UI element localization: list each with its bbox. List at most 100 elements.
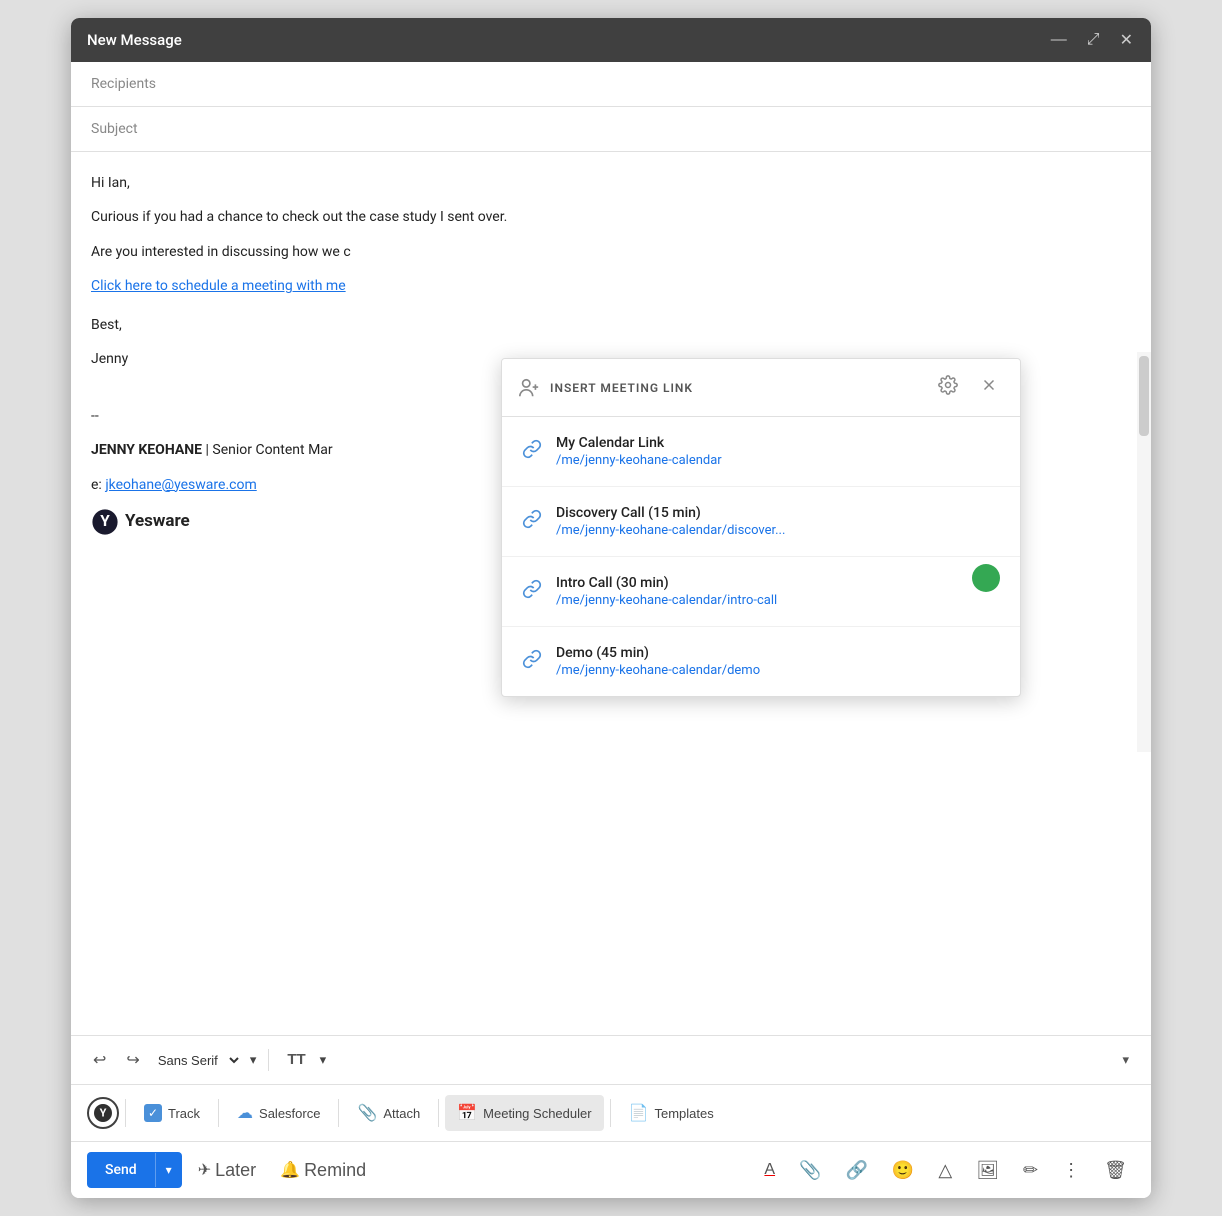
meeting-item-4[interactable]: Demo (45 min) /me/jenny-keohane-calendar… bbox=[502, 627, 1020, 696]
undo-button[interactable]: ↩ bbox=[87, 1046, 112, 1074]
delete-button[interactable]: 🗑 bbox=[1096, 1154, 1135, 1187]
edit-button[interactable]: ✏ bbox=[1015, 1154, 1046, 1187]
salesforce-button[interactable]: ☁ Salesforce bbox=[225, 1095, 332, 1131]
popup-title: INSERT MEETING LINK bbox=[550, 381, 922, 395]
action-sep-3 bbox=[338, 1099, 339, 1127]
attach-button[interactable]: 📎 Attach bbox=[345, 1095, 432, 1131]
meeting-item-4-title: Demo (45 min) bbox=[556, 645, 760, 661]
meeting-item-3[interactable]: Intro Call (30 min) /me/jenny-keohane-ca… bbox=[502, 557, 1020, 627]
meeting-item-2-url: /me/jenny-keohane-calendar/discover... bbox=[556, 523, 785, 538]
recipients-label: Recipients bbox=[91, 76, 171, 92]
meeting-link[interactable]: Click here to schedule a meeting with me bbox=[91, 278, 346, 294]
later-button[interactable]: ✈ Later bbox=[190, 1154, 264, 1187]
popup-settings-button[interactable] bbox=[932, 373, 964, 402]
close-button[interactable]: ✕ bbox=[1118, 30, 1135, 50]
bottom-toolbar: Send ▾ ✈ Later 🔔 Remind A 📎 🔗 🙂 △ 🖼 bbox=[71, 1141, 1151, 1198]
sig-email-label: e: bbox=[91, 477, 102, 493]
attachment-button[interactable]: 📎 bbox=[791, 1154, 829, 1187]
more-format-button[interactable]: ▾ bbox=[1116, 1048, 1135, 1072]
later-label: Later bbox=[215, 1160, 256, 1181]
font-size-button[interactable]: TT bbox=[281, 1047, 311, 1073]
link-icon-1 bbox=[522, 439, 542, 464]
templates-icon: 📄 bbox=[629, 1103, 649, 1123]
link-button[interactable]: 🔗 bbox=[838, 1154, 876, 1187]
action-sep-5 bbox=[610, 1099, 611, 1127]
meeting-item-1[interactable]: My Calendar Link /me/jenny-keohane-calen… bbox=[502, 417, 1020, 487]
remind-label: Remind bbox=[304, 1160, 366, 1181]
meeting-link-para: Click here to schedule a meeting with me bbox=[91, 275, 1131, 297]
sig-email-link[interactable]: jkeohane@yesware.com bbox=[105, 477, 256, 493]
meeting-link-popup: INSERT MEETING LINK bbox=[501, 358, 1021, 697]
greeting: Hi Ian, bbox=[91, 172, 1131, 194]
templates-button[interactable]: 📄 Templates bbox=[617, 1095, 726, 1131]
font-dropdown-icon: ▾ bbox=[250, 1053, 257, 1068]
more-button[interactable]: ⋮ bbox=[1054, 1154, 1088, 1187]
meeting-item-3-title: Intro Call (30 min) bbox=[556, 575, 777, 591]
send-button-group[interactable]: Send ▾ bbox=[87, 1152, 182, 1188]
meeting-item-2-title: Discovery Call (15 min) bbox=[556, 505, 785, 521]
remind-icon: 🔔 bbox=[280, 1160, 300, 1180]
text-color-icon: A bbox=[764, 1161, 775, 1179]
drive-icon: △ bbox=[938, 1160, 952, 1181]
send-main-label[interactable]: Send bbox=[87, 1152, 155, 1188]
font-select[interactable]: Sans Serif Serif Monospace bbox=[154, 1052, 242, 1069]
maximize-button[interactable]: ⤢ bbox=[1085, 31, 1102, 49]
link-icon: 🔗 bbox=[846, 1160, 868, 1181]
format-separator bbox=[268, 1049, 269, 1071]
redo-button[interactable]: ↪ bbox=[120, 1046, 145, 1074]
drive-button[interactable]: △ bbox=[930, 1154, 960, 1187]
sig-title: Senior Content Mar bbox=[212, 442, 332, 458]
popup-close-button[interactable] bbox=[974, 374, 1004, 401]
attach-icon: 📎 bbox=[357, 1103, 377, 1123]
close-icon bbox=[980, 376, 998, 394]
body-line1: Curious if you had a chance to check out… bbox=[91, 206, 1131, 228]
subject-input[interactable] bbox=[171, 121, 1131, 137]
recipients-row: Recipients bbox=[71, 62, 1151, 107]
attach-label: Attach bbox=[383, 1106, 420, 1121]
format-toolbar: ↩ ↪ Sans Serif Serif Monospace ▾ TT ▾ ▾ bbox=[71, 1035, 1151, 1084]
meeting-item-2[interactable]: Discovery Call (15 min) /me/jenny-keohan… bbox=[502, 487, 1020, 557]
svg-text:Y: Y bbox=[100, 512, 110, 530]
recipients-input[interactable] bbox=[171, 76, 1131, 92]
text-color-button[interactable]: A bbox=[756, 1155, 783, 1185]
more-icon: ⋮ bbox=[1062, 1160, 1080, 1181]
meeting-scheduler-label: Meeting Scheduler bbox=[483, 1106, 591, 1121]
yesware-small-logo: Y bbox=[93, 1103, 113, 1123]
templates-label: Templates bbox=[654, 1106, 713, 1121]
edit-icon: ✏ bbox=[1023, 1160, 1038, 1181]
scrollbar[interactable] bbox=[1137, 352, 1151, 752]
meeting-item-3-text: Intro Call (30 min) /me/jenny-keohane-ca… bbox=[556, 575, 777, 608]
attachment-icon: 📎 bbox=[799, 1160, 821, 1181]
meeting-scheduler-button[interactable]: 📅 Meeting Scheduler bbox=[445, 1095, 603, 1131]
yesware-icon-button[interactable]: Y bbox=[87, 1097, 119, 1129]
link-icon-3 bbox=[522, 579, 542, 604]
scrollbar-thumb[interactable] bbox=[1139, 356, 1149, 436]
meeting-item-1-title: My Calendar Link bbox=[556, 435, 722, 451]
title-bar-controls: — ⤢ ✕ bbox=[1049, 30, 1135, 50]
action-sep-4 bbox=[438, 1099, 439, 1127]
minimize-button[interactable]: — bbox=[1049, 31, 1069, 49]
track-button[interactable]: ✓ Track bbox=[132, 1096, 212, 1130]
closing: Best, bbox=[91, 314, 1131, 336]
window-title: New Message bbox=[87, 31, 182, 49]
green-indicator bbox=[972, 564, 1000, 592]
remind-button[interactable]: 🔔 Remind bbox=[272, 1154, 374, 1187]
emoji-button[interactable]: 🙂 bbox=[884, 1154, 922, 1187]
track-checkbox-icon: ✓ bbox=[144, 1104, 162, 1122]
popup-header: INSERT MEETING LINK bbox=[502, 359, 1020, 417]
compose-window: New Message — ⤢ ✕ Recipients Subject Hi … bbox=[71, 18, 1151, 1198]
meeting-scheduler-icon: 📅 bbox=[457, 1103, 477, 1123]
later-icon: ✈ bbox=[198, 1160, 211, 1180]
meeting-item-1-text: My Calendar Link /me/jenny-keohane-calen… bbox=[556, 435, 722, 468]
settings-icon bbox=[938, 375, 958, 395]
action-toolbar: Y ✓ Track ☁ Salesforce 📎 Attach 📅 Meetin… bbox=[71, 1084, 1151, 1141]
font-size-dropdown-icon: ▾ bbox=[320, 1053, 327, 1068]
svg-text:Y: Y bbox=[100, 1107, 107, 1120]
trash-icon: 🗑 bbox=[1104, 1160, 1127, 1181]
meeting-item-3-url: /me/jenny-keohane-calendar/intro-call bbox=[556, 593, 777, 608]
title-bar: New Message — ⤢ ✕ bbox=[71, 18, 1151, 62]
body-line2: Are you interested in discussing how we … bbox=[91, 241, 1131, 263]
image-button[interactable]: 🖼 bbox=[968, 1154, 1007, 1187]
yesware-logo-icon: Y bbox=[91, 508, 119, 536]
send-dropdown-arrow[interactable]: ▾ bbox=[155, 1153, 182, 1187]
